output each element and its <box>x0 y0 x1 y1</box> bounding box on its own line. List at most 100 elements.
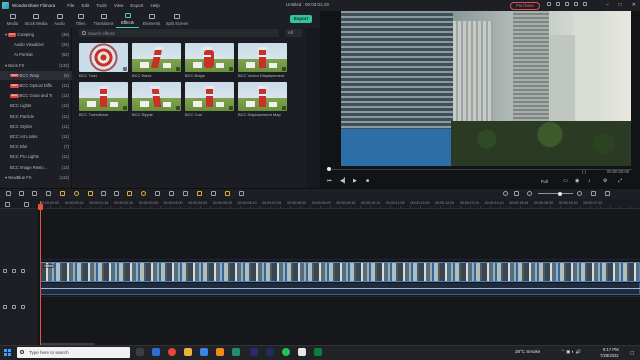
clock-date[interactable]: 7/28/2022 <box>600 353 619 358</box>
effect-thumbnail[interactable] <box>79 82 128 111</box>
menu-help[interactable]: Help <box>150 3 159 8</box>
download-icon[interactable] <box>281 105 286 110</box>
delete-icon[interactable] <box>32 190 37 196</box>
category-item[interactable]: BCC Blur (7) <box>0 142 72 151</box>
effect-thumbnail[interactable] <box>185 82 234 111</box>
save-icon[interactable] <box>574 2 578 6</box>
mail-icon[interactable] <box>565 2 569 6</box>
stop-icon[interactable]: ■ <box>366 178 369 184</box>
maximize-button[interactable]: □ <box>619 2 622 8</box>
store-icon[interactable] <box>200 348 208 356</box>
edge-icon[interactable] <box>152 348 160 356</box>
volume-icon[interactable]: ♪ <box>588 178 591 184</box>
category-item[interactable]: ▾ NewBlue FX (112) <box>0 173 72 182</box>
motion-tracking-icon[interactable] <box>155 190 160 196</box>
category-item[interactable]: NEWBCC Grain and Te... (12) <box>0 91 72 100</box>
more-tools-icon[interactable] <box>239 190 244 196</box>
effect-thumbnail[interactable] <box>132 82 181 111</box>
tray-icons[interactable]: ⌃ ▣ ◐ 🔊 <box>561 349 581 355</box>
prev-frame-icon[interactable]: ⏮ <box>327 178 332 184</box>
auto-reframe-icon[interactable] <box>197 190 202 196</box>
timeline-settings-icon[interactable] <box>605 190 610 196</box>
photoshop-icon[interactable] <box>266 348 274 356</box>
category-item[interactable]: Audio Visualizer (25) <box>0 40 72 49</box>
undo-icon[interactable] <box>6 190 11 196</box>
fullscreen-icon[interactable]: ⤢ <box>618 178 622 184</box>
effect-thumbnail[interactable] <box>132 43 181 72</box>
menu-export[interactable]: Export <box>130 3 143 8</box>
taskbar-search[interactable]: Type here to search <box>17 347 130 358</box>
download-icon[interactable] <box>122 105 127 110</box>
download-icon[interactable] <box>228 66 233 71</box>
download-icon[interactable] <box>175 66 180 71</box>
category-item[interactable]: AI Portrait (62) <box>0 50 72 59</box>
render-icon[interactable] <box>503 190 508 196</box>
audio-clip[interactable] <box>40 283 640 295</box>
scrubber-handle[interactable] <box>327 167 331 171</box>
download-icon[interactable] <box>281 66 286 71</box>
category-item[interactable]: ▾ Boris FX (133) <box>0 61 72 70</box>
menu-view[interactable]: View <box>114 3 124 8</box>
download-icon[interactable] <box>583 2 587 6</box>
display-icon[interactable]: ▭ <box>563 178 568 184</box>
audio-mixer-icon[interactable] <box>101 190 106 196</box>
excel-icon[interactable] <box>314 348 322 356</box>
task-view-icon[interactable] <box>136 348 144 356</box>
download-icon[interactable] <box>175 105 180 110</box>
audio-stretch-icon[interactable] <box>183 190 188 196</box>
stabilize-icon[interactable] <box>141 190 146 196</box>
tab-elements[interactable]: Elements <box>139 11 164 28</box>
video-preview[interactable] <box>341 11 631 166</box>
silence-detection-icon[interactable] <box>211 190 216 196</box>
lock-icon[interactable] <box>12 305 16 309</box>
export-button[interactable]: Export <box>290 15 312 23</box>
keyframe-icon[interactable] <box>169 190 174 196</box>
speaker-icon[interactable] <box>21 305 25 309</box>
windows-start-icon[interactable] <box>4 349 11 356</box>
download-icon[interactable] <box>122 66 127 71</box>
speed-icon[interactable] <box>74 190 79 196</box>
effect-thumbnail[interactable] <box>79 43 128 72</box>
mask-icon[interactable] <box>127 190 132 196</box>
notification-icon[interactable]: ▢ <box>630 350 634 356</box>
lightbulb-icon[interactable] <box>547 2 551 6</box>
tab-split-screen[interactable]: Split Screen <box>164 11 190 28</box>
category-item[interactable]: BCC Lights (12) <box>0 101 72 110</box>
add-track-icon[interactable] <box>5 202 10 207</box>
category-item[interactable]: ▾ HOT Camping (39) <box>0 30 72 39</box>
premiere-icon[interactable] <box>250 348 258 356</box>
snapshot-icon[interactable]: ◉ <box>575 178 579 184</box>
chrome-icon[interactable] <box>168 348 176 356</box>
play-icon[interactable]: ▶ <box>353 178 357 184</box>
category-item[interactable]: NEW BCC Warp (8) <box>0 70 72 80</box>
link-icon[interactable] <box>24 202 29 207</box>
weather-status[interactable]: 28°C Smoke <box>515 349 540 354</box>
play-reverse-icon[interactable]: ◀▎ <box>340 178 348 184</box>
crop-icon[interactable] <box>60 190 65 196</box>
tab-stock-media[interactable]: Stock Media <box>23 11 49 28</box>
lock-icon[interactable] <box>12 269 16 273</box>
fit-timeline-icon[interactable] <box>591 190 596 196</box>
close-button[interactable]: ✕ <box>632 2 636 8</box>
user-icon[interactable] <box>556 2 560 6</box>
scene-detection-icon[interactable] <box>225 190 230 196</box>
file-explorer-icon[interactable] <box>184 348 192 356</box>
category-item[interactable]: BCC Image Resto... (13) <box>0 163 72 172</box>
category-item[interactable]: BCC Pro Lights (11) <box>0 152 72 161</box>
notepad-icon[interactable] <box>298 348 306 356</box>
green-screen-icon[interactable] <box>114 190 119 196</box>
settings-icon[interactable]: ⚙ <box>603 178 607 184</box>
download-icon[interactable] <box>228 105 233 110</box>
menu-tools[interactable]: Tools <box>96 3 107 8</box>
zoom-in-icon[interactable] <box>577 190 582 196</box>
quality-dropdown[interactable]: Full <box>541 179 548 184</box>
category-item[interactable]: BCC Art Looks (11) <box>0 132 72 141</box>
preview-scrubber[interactable] <box>327 167 632 172</box>
clock-time[interactable]: 9:17 PM <box>603 347 619 352</box>
category-item[interactable]: BCC Stylize (11) <box>0 122 72 131</box>
zoom-slider[interactable] <box>538 191 573 196</box>
purchase-button[interactable]: Purchase <box>510 1 540 10</box>
whatsapp-icon[interactable] <box>282 348 290 356</box>
category-item[interactable]: NEWBCC Optical Diffu... (11) <box>0 81 72 90</box>
menu-file[interactable]: File <box>67 3 74 8</box>
